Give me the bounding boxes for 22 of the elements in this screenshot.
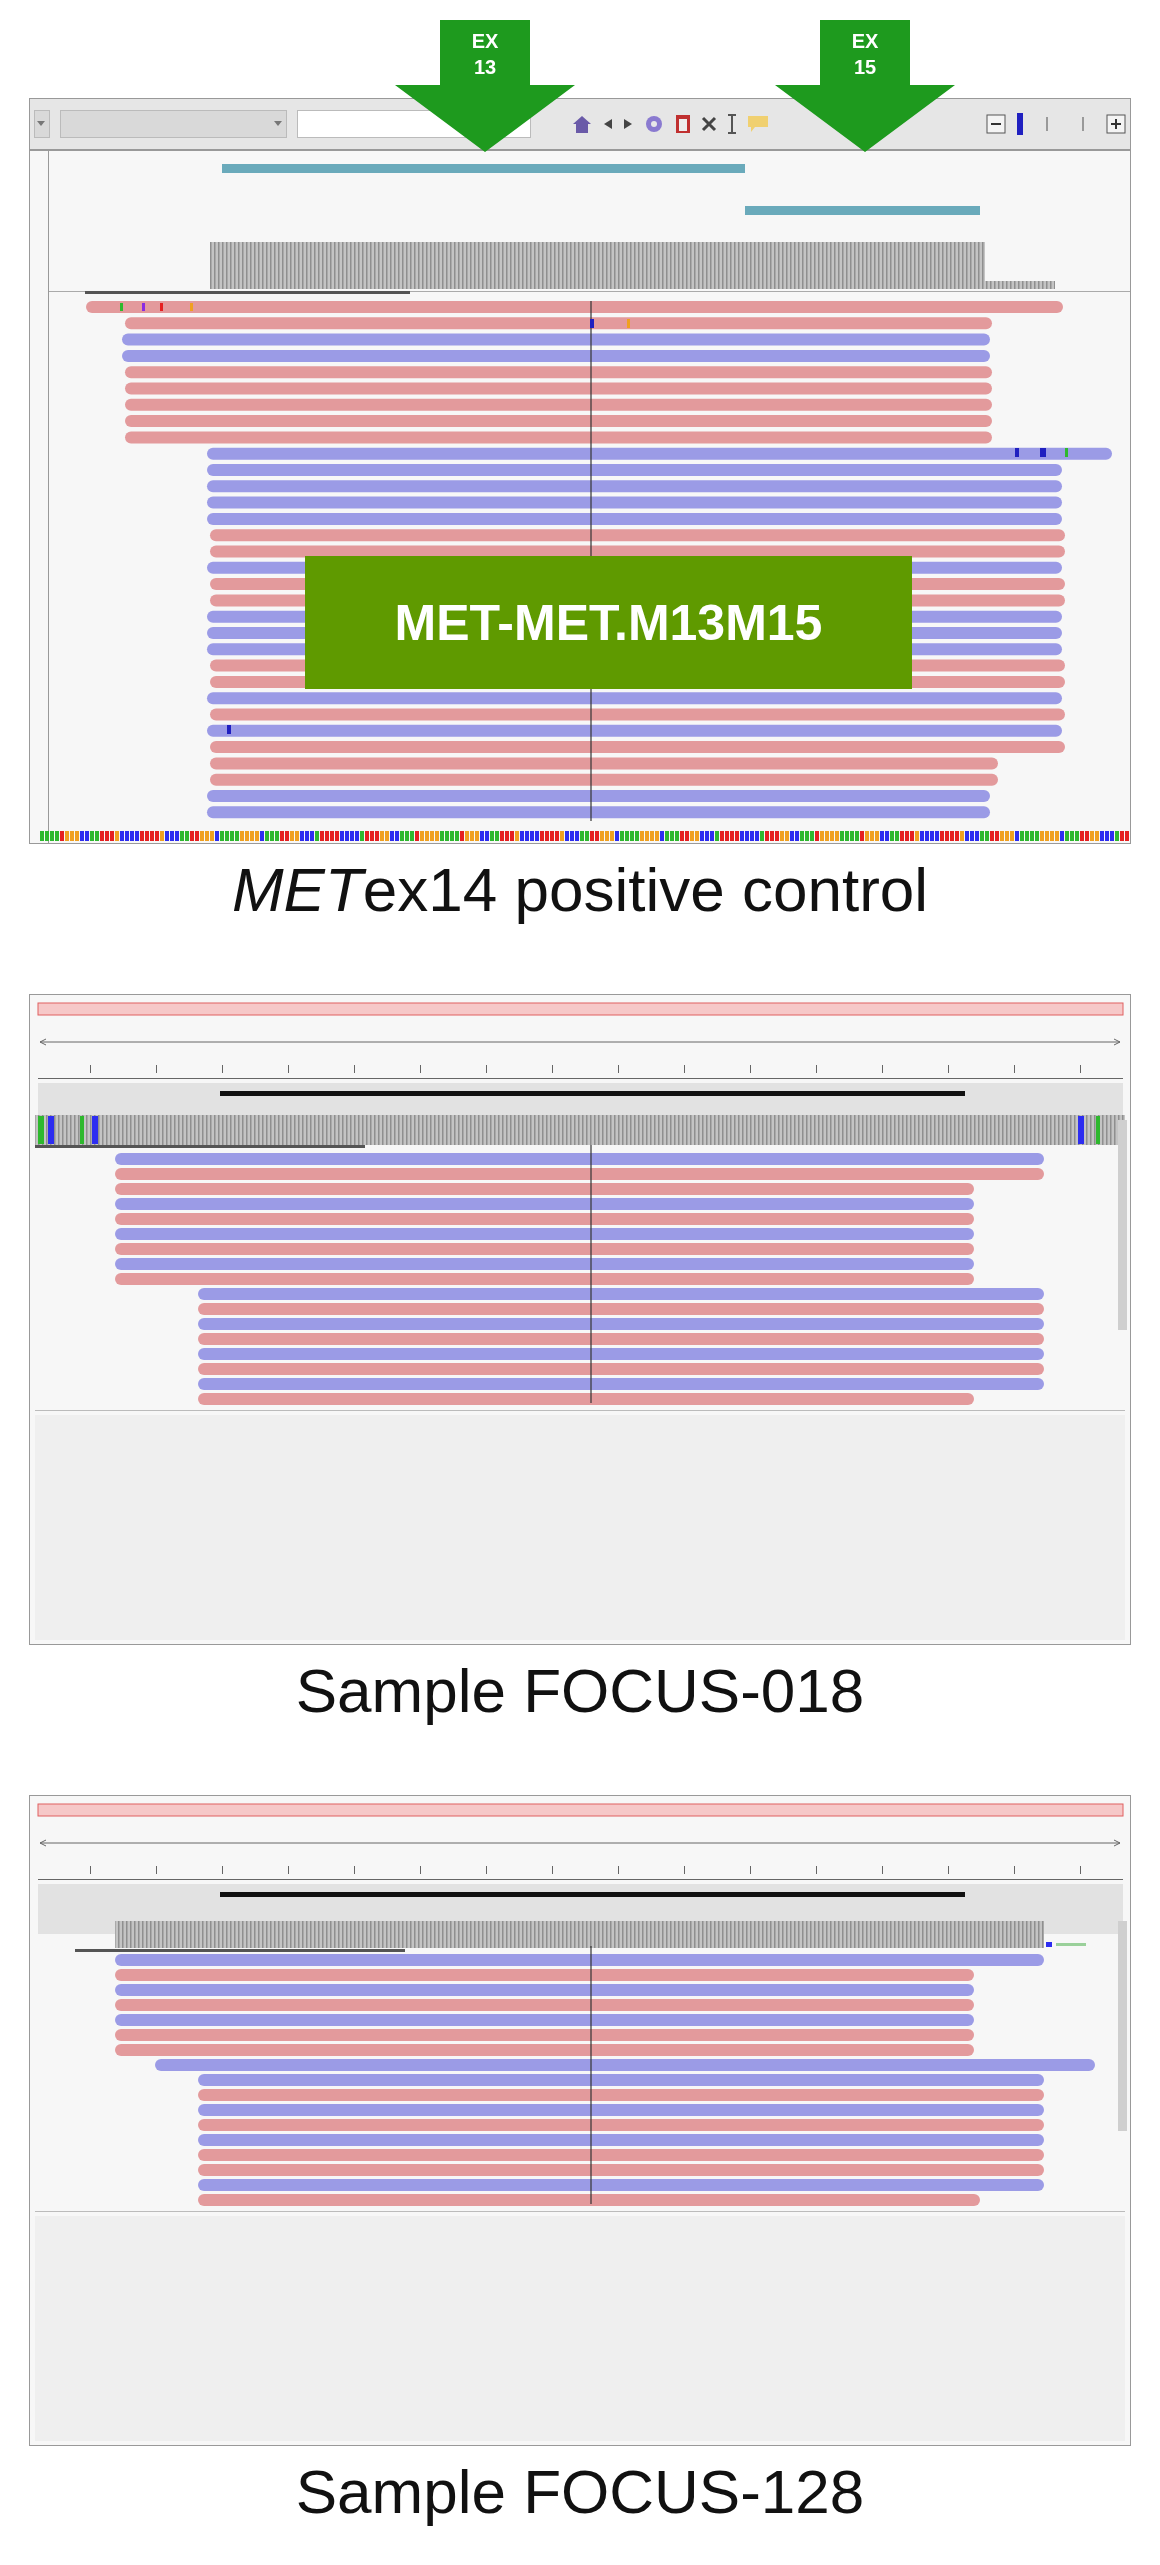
caret-icon [37, 121, 45, 126]
cursor-icon[interactable] [727, 114, 737, 134]
zoom-out-icon[interactable] [986, 114, 1006, 134]
caret-icon [274, 121, 282, 126]
panel-caption: Sample FOCUS-128 [295, 2456, 865, 2528]
back-icon[interactable] [603, 118, 613, 130]
target-icon[interactable] [643, 113, 665, 135]
scrollbar[interactable] [1118, 1921, 1127, 2131]
panel-caption: Sample FOCUS-018 [295, 1655, 865, 1727]
fusion-label: MET-MET.M13M15 [305, 556, 912, 689]
exon-label: EX 15 [850, 29, 880, 80]
exon-label: EX 13 [470, 29, 500, 80]
close-icon[interactable] [701, 116, 717, 132]
dropdown-field[interactable] [60, 110, 287, 138]
document-icon[interactable] [675, 114, 691, 134]
home-icon[interactable] [571, 113, 593, 135]
panel-caption: METex14 positive control [231, 854, 929, 926]
zoom-slider-icon[interactable] [1016, 112, 1024, 136]
forward-icon[interactable] [623, 118, 633, 130]
scrollbar[interactable] [1118, 1120, 1127, 1330]
zoom-in-icon[interactable] [1106, 114, 1126, 134]
dropdown-field[interactable] [34, 110, 50, 138]
